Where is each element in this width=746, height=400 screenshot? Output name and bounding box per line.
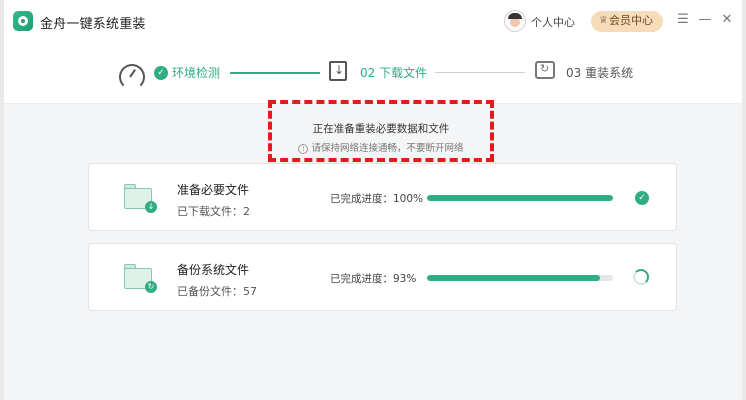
loading-spinner-icon bbox=[633, 269, 649, 285]
task-progress-label: 已完成进度：93% bbox=[330, 273, 417, 285]
task-progress-track bbox=[427, 195, 613, 201]
minimize-button[interactable]: — bbox=[697, 12, 713, 28]
step-reinstall-system: 03 重装系统 bbox=[566, 66, 634, 80]
folder-backup-icon: ↻ bbox=[124, 264, 157, 293]
status-main-text: 正在准备重装必要数据和文件 bbox=[312, 123, 450, 135]
task-progress-fill bbox=[427, 195, 613, 201]
avatar-icon[interactable] bbox=[504, 10, 526, 32]
task-count: 已备份文件：57 bbox=[177, 285, 257, 298]
app-logo-icon bbox=[13, 11, 33, 31]
step-progress-bar: ✓ 环境检测 02 下载文件 03 重装系统 bbox=[4, 42, 742, 104]
app-title: 金舟一键系统重装 bbox=[40, 17, 146, 32]
step-connector-pending bbox=[435, 72, 525, 73]
title-bar: 金舟一键系统重装 个人中心 会员中心 ♕ ☰ — ✕ bbox=[4, 0, 742, 42]
step-connector-done bbox=[230, 72, 320, 74]
reinstall-icon bbox=[535, 61, 555, 79]
step-environment-check: 环境检测 bbox=[172, 66, 221, 80]
info-icon: ! bbox=[298, 144, 309, 154]
step-download-files: 02 下载文件 bbox=[360, 66, 428, 80]
task-title: 备份系统文件 bbox=[177, 263, 250, 277]
close-button[interactable]: ✕ bbox=[719, 12, 735, 28]
task-card-backup-system: ↻ 备份系统文件 已备份文件：57 已完成进度：93% bbox=[88, 243, 677, 311]
status-hint: ! 请保持网络连接通畅，不要断开网络 bbox=[272, 140, 490, 154]
menu-icon[interactable]: ☰ bbox=[675, 12, 691, 28]
task-title: 准备必要文件 bbox=[177, 183, 250, 197]
download-icon bbox=[329, 61, 347, 81]
status-message-highlight: 正在准备重装必要数据和文件 ! 请保持网络连接通畅，不要断开网络 bbox=[268, 100, 494, 162]
user-center-link[interactable]: 个人中心 bbox=[531, 14, 575, 30]
task-progress-track bbox=[427, 275, 613, 281]
step-check-icon: ✓ bbox=[154, 66, 168, 80]
download-badge-icon: ↓ bbox=[145, 201, 157, 213]
task-count: 已下载文件：2 bbox=[177, 205, 250, 218]
task-progress-fill bbox=[427, 275, 600, 281]
gauge-icon bbox=[119, 62, 145, 90]
task-progress-label: 已完成进度：100% bbox=[330, 193, 424, 205]
task-card-prepare-files: ↓ 准备必要文件 已下载文件：2 已完成进度：100% ✓ bbox=[88, 163, 677, 231]
backup-badge-icon: ↻ bbox=[145, 281, 157, 293]
crown-icon: ♕ bbox=[599, 15, 608, 26]
folder-download-icon: ↓ bbox=[124, 184, 157, 213]
app-window: 金舟一键系统重装 个人中心 会员中心 ♕ ☰ — ✕ ✓ 环境检测 02 下载文… bbox=[0, 0, 746, 400]
status-hint-text: 请保持网络连接通畅，不要断开网络 bbox=[311, 143, 464, 154]
completed-check-icon: ✓ bbox=[635, 191, 649, 205]
